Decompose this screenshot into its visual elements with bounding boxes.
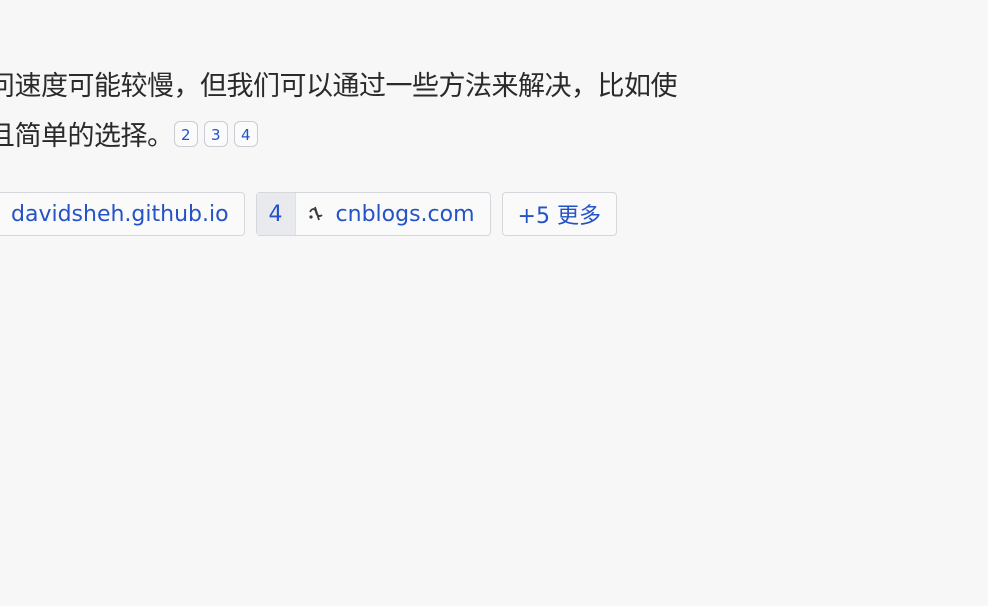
answer-line-2-text: 且简单的选择。: [0, 121, 174, 152]
more-sources-button[interactable]: +5 更多: [501, 192, 617, 236]
citation-3[interactable]: 3: [203, 121, 228, 147]
source-chip-cnblogs[interactable]: 4 cnblogs.com: [255, 192, 491, 236]
globe-icon: [0, 204, 1, 224]
source-chip-davidsheh[interactable]: davidsheh.github.io: [0, 192, 245, 236]
source-index: 4: [256, 193, 296, 235]
source-domain: cnblogs.com: [335, 201, 475, 227]
chat-viewport: 问速度可能较慢，但我们可以通过一些方法来解决，比如使 且简单的选择。 2 3 4 da…: [0, 0, 988, 606]
source-list: davidsheh.github.io 4 cnblogs.com +5 更多: [0, 192, 617, 236]
source-domain: davidsheh.github.io: [11, 201, 229, 227]
answer-line-2: 且简单的选择。 2 3 4: [0, 112, 768, 162]
citation-4[interactable]: 4: [233, 121, 258, 147]
answer-text: 问速度可能较慢，但我们可以通过一些方法来解决，比如使 且简单的选择。 2 3 4: [0, 62, 768, 162]
citation-2[interactable]: 2: [173, 121, 198, 147]
answer-line-1: 问速度可能较慢，但我们可以通过一些方法来解决，比如使: [0, 71, 678, 102]
cnblogs-icon: [306, 204, 326, 224]
